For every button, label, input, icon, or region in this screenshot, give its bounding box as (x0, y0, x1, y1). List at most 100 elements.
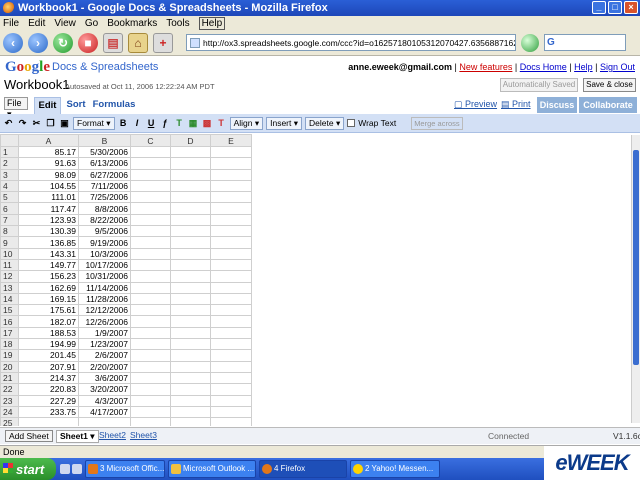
document-title[interactable]: Workbook1 (4, 77, 70, 92)
cell-a[interactable]: 182.07 (18, 315, 79, 328)
cell-e[interactable] (210, 191, 252, 204)
cell-c[interactable] (130, 202, 171, 215)
cell-a[interactable]: 123.93 (18, 213, 79, 227)
cell-c[interactable] (130, 371, 171, 385)
cell-e[interactable] (210, 292, 252, 306)
maximize-button[interactable]: □ (608, 1, 622, 14)
format-dropdown[interactable]: Format ▾ (73, 116, 115, 130)
cell-b[interactable]: 10/17/2006 (78, 258, 131, 272)
cell-a[interactable]: 85.17 (18, 145, 79, 159)
cell-e[interactable] (210, 326, 252, 340)
start-button[interactable]: start (0, 458, 56, 480)
cell-a[interactable] (18, 417, 79, 426)
cell-d[interactable] (170, 394, 211, 407)
cell-c[interactable] (130, 394, 171, 407)
cell-e[interactable] (210, 213, 252, 227)
quick-launch-icon[interactable] (60, 464, 70, 474)
row-header[interactable]: 1 (0, 145, 19, 159)
cell-d[interactable] (170, 292, 211, 306)
cell-e[interactable] (210, 202, 252, 215)
forward-icon[interactable]: › (28, 32, 48, 53)
cell-a[interactable]: 207.91 (18, 360, 79, 373)
search-input[interactable]: G (544, 34, 626, 51)
cell-e[interactable] (210, 270, 252, 283)
cell-e[interactable] (210, 157, 252, 170)
row-header[interactable]: 12 (0, 270, 19, 283)
cell-d[interactable] (170, 236, 211, 249)
cell-d[interactable] (170, 383, 211, 396)
row-header[interactable]: 3 (0, 168, 19, 181)
cell-b[interactable]: 6/27/2006 (78, 168, 131, 181)
cell-c[interactable] (130, 326, 171, 340)
cell-d[interactable] (170, 247, 211, 260)
preview-link[interactable]: ▢ Preview (454, 99, 497, 110)
column-header[interactable]: D (170, 134, 211, 147)
cell-c[interactable] (130, 315, 171, 328)
cell-a[interactable]: 227.29 (18, 394, 79, 407)
taskbar-outlook[interactable]: Microsoft Outlook ... (168, 460, 256, 478)
cell-c[interactable] (130, 145, 171, 159)
print-link[interactable]: ▤ Print (501, 99, 531, 110)
file-dropdown[interactable]: File ▾ (4, 97, 28, 119)
cell-e[interactable] (210, 168, 252, 181)
row-header[interactable]: 13 (0, 281, 19, 294)
collaborate-button[interactable]: Collaborate (579, 97, 637, 113)
cell-c[interactable] (130, 360, 171, 373)
cell-a[interactable]: 162.69 (18, 281, 79, 294)
sheet-tab-sheet2[interactable]: Sheet2 (99, 430, 126, 440)
cell-c[interactable] (130, 417, 171, 426)
cell-b[interactable]: 4/3/2007 (78, 394, 131, 407)
cell-c[interactable] (130, 304, 171, 317)
taskbar-office[interactable]: 3 Microsoft Offic... (85, 460, 165, 478)
cell-e[interactable] (210, 417, 252, 426)
menu-help[interactable]: Help (198, 16, 226, 30)
cell-d[interactable] (170, 258, 211, 272)
cell-b[interactable]: 2/6/2007 (78, 349, 131, 362)
quick-launch-icon[interactable] (72, 464, 82, 474)
cell-b[interactable]: 6/13/2006 (78, 157, 131, 170)
row-header[interactable]: 10 (0, 247, 19, 260)
cell-c[interactable] (130, 281, 171, 294)
cell-e[interactable] (210, 304, 252, 317)
reload-icon[interactable]: ↻ (53, 32, 73, 53)
align-dropdown[interactable]: Align ▾ (229, 116, 264, 130)
cell-e[interactable] (210, 405, 252, 419)
row-header[interactable]: 5 (0, 191, 19, 204)
row-header[interactable]: 4 (0, 179, 19, 193)
clear-format-icon[interactable]: T (216, 118, 227, 129)
stop-icon[interactable]: ■ (78, 32, 98, 53)
discuss-button[interactable]: Discuss (537, 97, 577, 113)
minimize-button[interactable]: _ (592, 1, 606, 14)
cell-b[interactable]: 4/17/2007 (78, 405, 131, 419)
cell-b[interactable]: 10/31/2006 (78, 270, 131, 283)
cell-b[interactable]: 2/20/2007 (78, 360, 131, 373)
cell-d[interactable] (170, 281, 211, 294)
go-icon[interactable] (521, 33, 539, 52)
cell-b[interactable]: 8/22/2006 (78, 213, 131, 227)
cell-a[interactable]: 136.85 (18, 236, 79, 249)
cell-e[interactable] (210, 145, 252, 159)
cell-e[interactable] (210, 383, 252, 396)
back-icon[interactable]: ‹ (3, 32, 23, 53)
cell-e[interactable] (210, 360, 252, 373)
google-logo[interactable]: Google (5, 59, 50, 76)
bookmark-add-icon[interactable]: + (153, 32, 173, 53)
cell-e[interactable] (210, 394, 252, 407)
vertical-scrollbar[interactable] (631, 135, 640, 423)
cell-a[interactable]: 201.45 (18, 349, 79, 362)
menu-tools[interactable]: Tools (166, 18, 189, 29)
cell-d[interactable] (170, 338, 211, 351)
cell-c[interactable] (130, 405, 171, 419)
paste-icon[interactable]: ▣ (59, 118, 70, 129)
cell-a[interactable]: 188.53 (18, 326, 79, 340)
cell-c[interactable] (130, 179, 171, 193)
tab-sort[interactable]: Sort (64, 97, 88, 114)
row-header[interactable]: 6 (0, 202, 19, 215)
cell-c[interactable] (130, 270, 171, 283)
cell-c[interactable] (130, 157, 171, 170)
cell-e[interactable] (210, 315, 252, 328)
cell-a[interactable]: 143.31 (18, 247, 79, 260)
tab-formulas[interactable]: Formulas (92, 97, 136, 114)
url-bar[interactable]: http://ox3.spreadsheets.google.com/ccc?i… (186, 34, 516, 51)
row-header[interactable]: 22 (0, 383, 19, 396)
